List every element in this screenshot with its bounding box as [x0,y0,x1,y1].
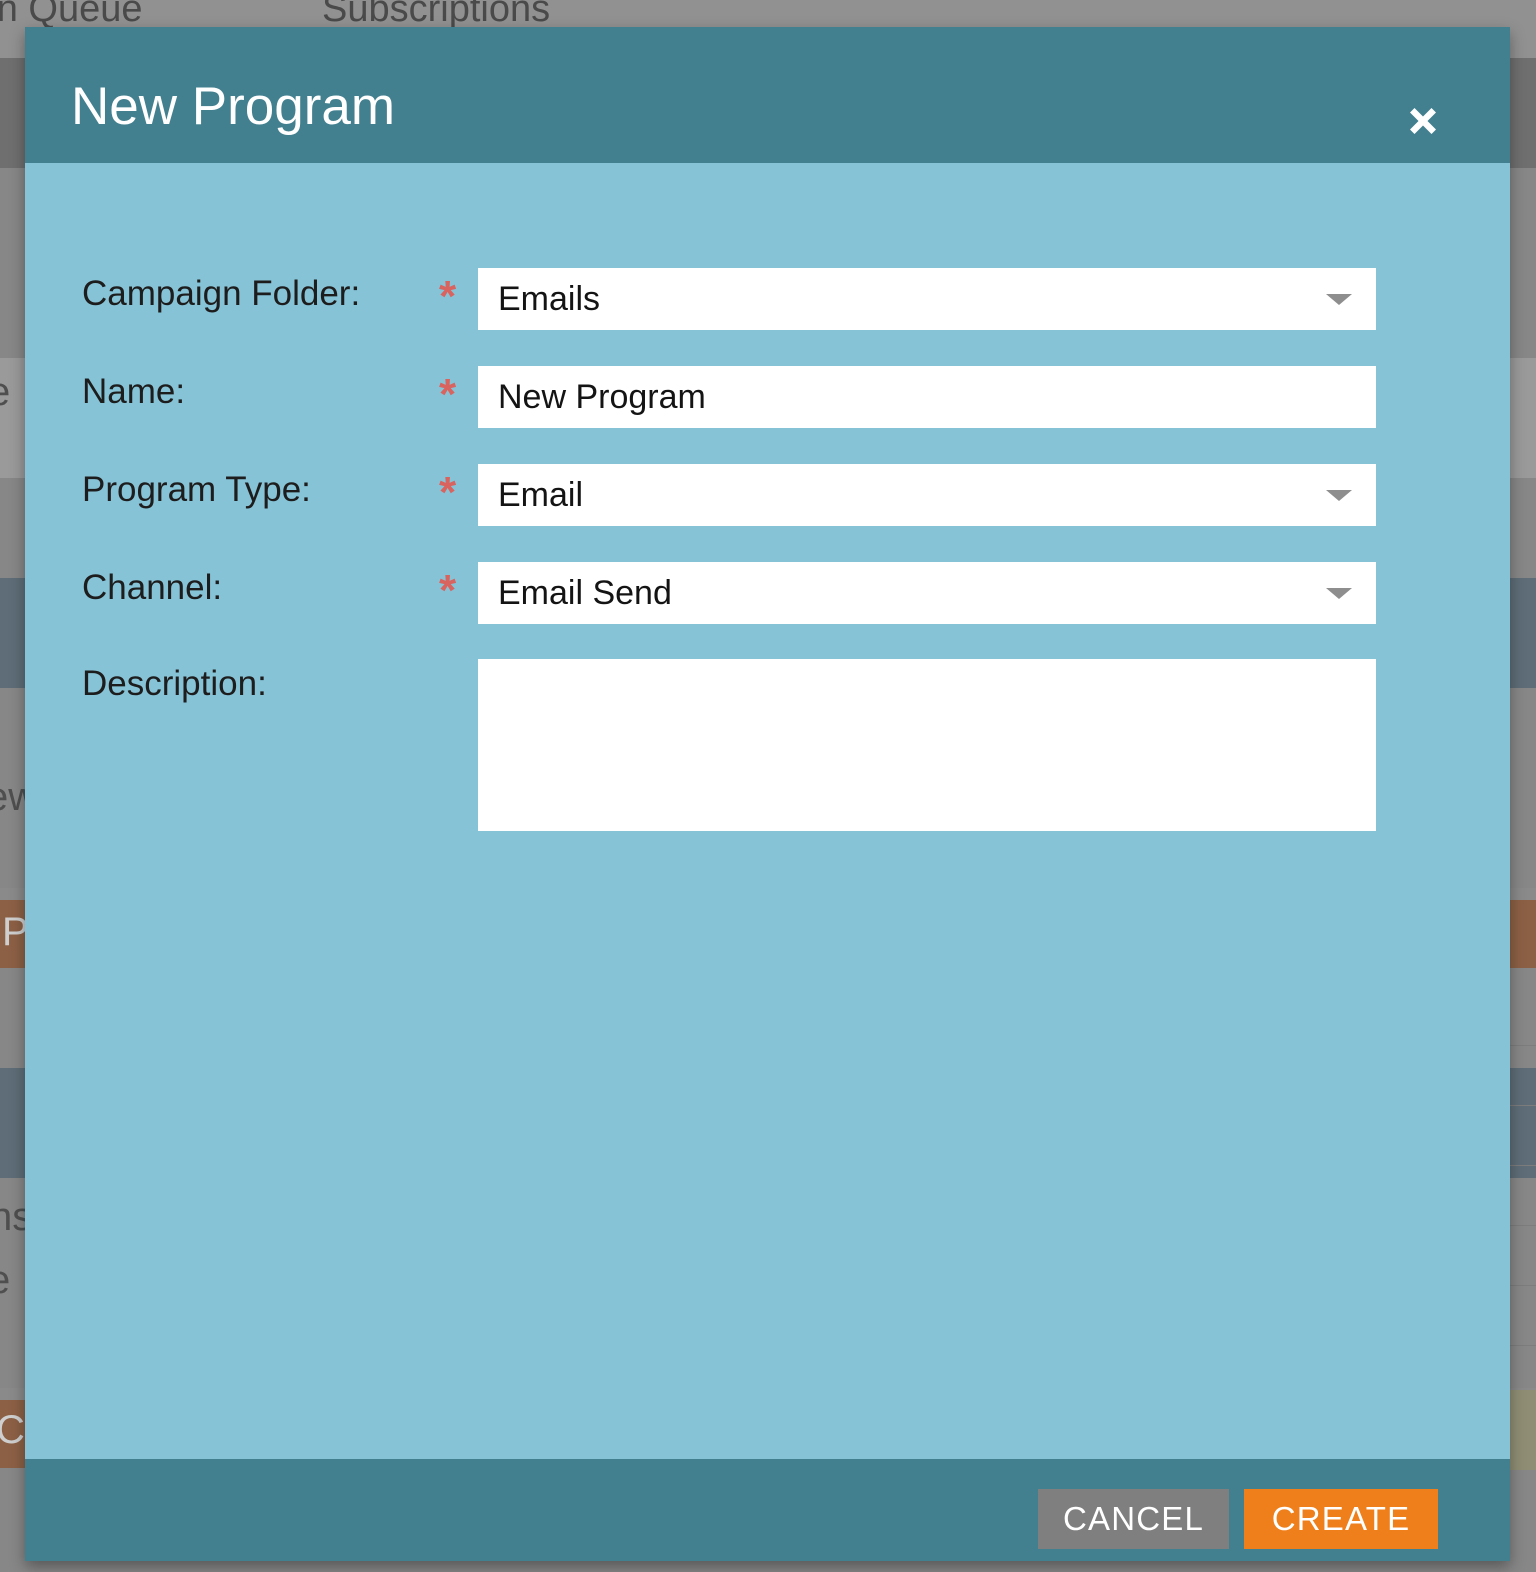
name-required-marker: * [439,370,457,419]
program-type-value: Email [498,476,584,514]
chevron-down-icon[interactable] [1326,490,1352,501]
chevron-down-icon[interactable] [1326,294,1352,305]
name-label: Name: [82,372,186,411]
background-text-fragment: e [0,370,10,415]
channel-label: Channel: [82,568,223,607]
program-type-select[interactable]: Email [478,464,1376,526]
modal-body: Campaign Folder: * Emails Name: * New Pr… [25,163,1510,1459]
description-textarea[interactable] [478,659,1376,831]
program-type-required-marker: * [439,468,457,517]
name-input[interactable]: New Program [478,366,1376,428]
cancel-button[interactable]: CANCEL [1038,1489,1229,1549]
campaign-folder-select[interactable]: Emails [478,268,1376,330]
modal-title: New Program [71,77,395,136]
background-text-fragment: e [0,1258,10,1303]
channel-select[interactable]: Email Send [478,562,1376,624]
program-type-label: Program Type: [82,470,311,509]
chevron-down-icon[interactable] [1326,588,1352,599]
channel-required-marker: * [439,566,457,615]
campaign-folder-required-marker: * [439,272,457,321]
description-label: Description: [82,664,267,703]
campaign-folder-value: Emails [498,280,601,318]
background-text-fragment: C [0,1408,25,1452]
close-icon[interactable] [1399,97,1447,145]
modal-header: New Program [25,27,1510,163]
campaign-folder-label: Campaign Folder: [82,274,361,313]
create-button[interactable]: CREATE [1244,1489,1438,1549]
channel-value: Email Send [498,574,672,612]
page-root: aign Queue Subscriptions e ew P ns e C N… [0,0,1536,1572]
new-program-modal: New Program Campaign Folder: * Emails Na… [25,27,1510,1561]
name-value: New Program [498,378,706,416]
modal-footer: CANCEL CREATE [25,1459,1510,1561]
